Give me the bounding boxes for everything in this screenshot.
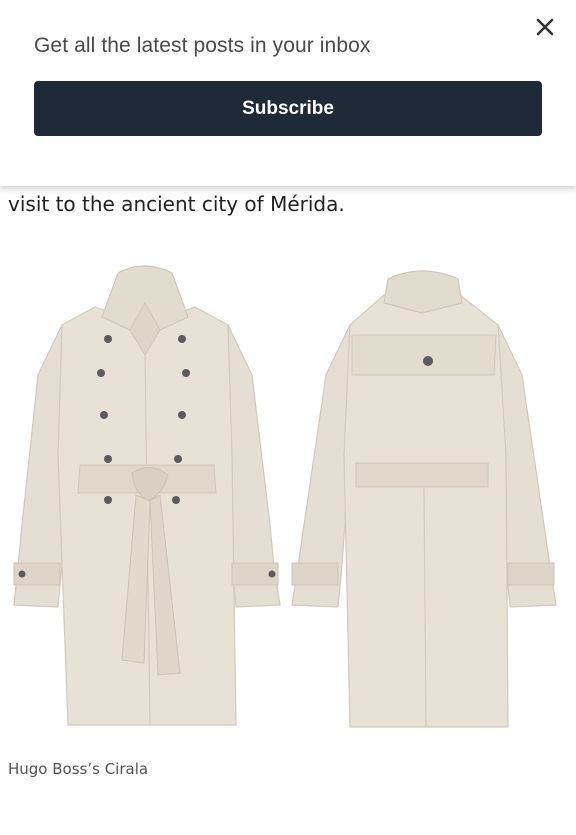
close-icon [536,18,554,36]
subscribe-banner: Get all the latest posts in your inbox S… [0,0,576,186]
trench-coat-image [13,265,557,728]
coat-front [13,265,281,726]
article-text: visit to the ancient city of Mérida. [8,192,345,216]
image-caption: Hugo Boss’s Cirala [8,760,149,778]
coat-back [291,270,557,728]
banner-message: Get all the latest posts in your inbox [34,34,371,57]
subscribe-button[interactable]: Subscribe [34,81,542,136]
close-button[interactable] [530,12,560,42]
